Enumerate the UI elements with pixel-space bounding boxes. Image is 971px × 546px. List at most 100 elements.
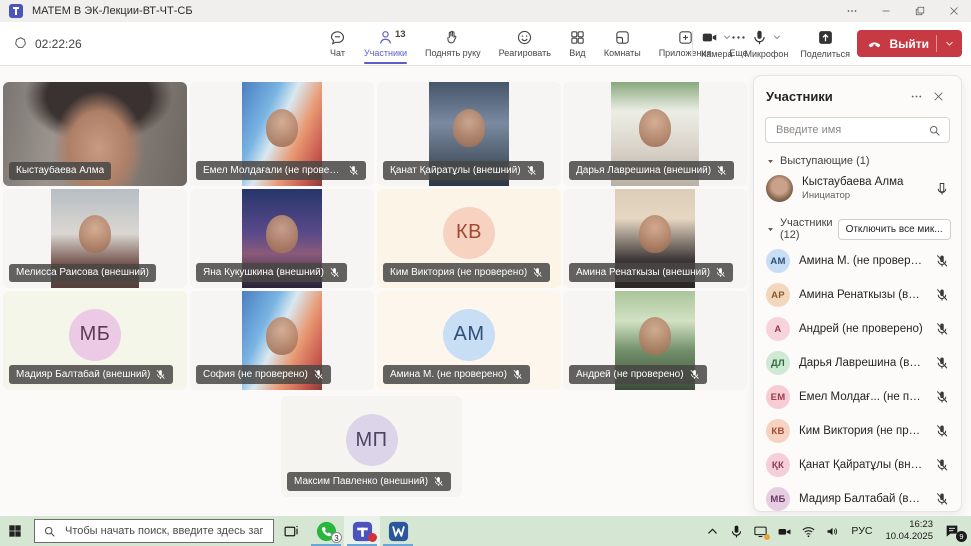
- participant-row[interactable]: КВ Ким Виктория (не проверено): [754, 414, 961, 448]
- task-view-icon: [283, 523, 300, 540]
- mic-on-icon[interactable]: [935, 182, 949, 196]
- close-button[interactable]: [937, 0, 971, 22]
- chevron-down-icon[interactable]: [772, 32, 782, 42]
- minimize-button[interactable]: [869, 0, 903, 22]
- tab-label: Вид: [569, 49, 585, 58]
- chevron-down-icon[interactable]: [722, 32, 732, 42]
- video-tile[interactable]: МП Максим Павленко (внешний): [281, 396, 462, 497]
- restore-button[interactable]: [903, 0, 937, 22]
- chevron-down-icon[interactable]: [944, 38, 955, 49]
- participants-header-label: Участники (12): [780, 217, 833, 241]
- tab-label: Поднять руку: [425, 49, 481, 58]
- participant-name-label: Андрей (не проверено): [569, 365, 707, 384]
- tray-expand-button[interactable]: [705, 524, 720, 539]
- participant-name-label: Мелисса Раисова (внешний): [9, 264, 156, 282]
- participant-search[interactable]: [765, 117, 950, 143]
- participant-name: Ким Виктория (не проверено): [390, 268, 527, 278]
- tab-view[interactable]: Вид: [560, 22, 595, 65]
- share-button[interactable]: Поделиться: [796, 22, 854, 65]
- start-button[interactable]: [0, 516, 30, 546]
- tray-camera-icon[interactable]: [777, 524, 792, 539]
- taskbar-search[interactable]: [34, 519, 274, 543]
- mic-muted-icon[interactable]: [935, 390, 949, 404]
- tab-participants[interactable]: 13 Участники: [355, 22, 416, 65]
- participant-row[interactable]: ЕМ Емел Молдағ... (не проверено): [754, 380, 961, 414]
- mute-all-button[interactable]: Отключить все мик...: [838, 219, 951, 240]
- people-icon: [377, 29, 394, 46]
- camera-button[interactable]: Камера: [697, 22, 736, 65]
- chat-icon: [329, 29, 346, 46]
- taskbar-search-input[interactable]: [63, 524, 265, 538]
- avatar-initials: МП: [355, 429, 387, 452]
- panel-more-button[interactable]: [905, 87, 927, 105]
- video-tile[interactable]: КВ Ким Виктория (не проверено): [377, 189, 561, 288]
- video-tile[interactable]: София (не проверено): [190, 291, 374, 390]
- taskbar-app-teams[interactable]: [344, 516, 380, 546]
- video-tile[interactable]: МБ Мадияр Балтабай (внешний): [3, 291, 187, 390]
- window-more-button[interactable]: [835, 0, 869, 22]
- mic-muted-icon: [526, 165, 537, 176]
- collapse-triangle-icon[interactable]: [766, 225, 775, 234]
- mic-muted-icon[interactable]: [935, 254, 949, 268]
- video-tile[interactable]: Емел Молдағали (не проверено): [190, 82, 374, 186]
- language-indicator[interactable]: РУС: [849, 525, 874, 537]
- taskbar-clock[interactable]: 16:23 10.04.2025: [883, 519, 935, 543]
- video-tile[interactable]: Кыстаубаева Алма: [3, 82, 187, 186]
- tray-microphone-icon[interactable]: [729, 524, 744, 539]
- tab-label: Комнаты: [604, 49, 641, 58]
- participant-row[interactable]: ДЛ Дарья Лаврешина (внешний): [754, 346, 961, 380]
- mic-muted-icon[interactable]: [935, 424, 949, 438]
- speaker-row[interactable]: Кыстаубаева Алма Инициатор: [754, 170, 961, 209]
- speakers-section-header[interactable]: Выступающие (1): [754, 147, 961, 170]
- tab-chat[interactable]: Чат: [320, 22, 355, 65]
- mic-muted-icon: [716, 165, 727, 176]
- mic-muted-icon[interactable]: [935, 356, 949, 370]
- mic-muted-icon: [329, 267, 340, 278]
- mic-muted-icon[interactable]: [935, 288, 949, 302]
- participant-name-label: Яна Кукушкина (внешний): [196, 263, 347, 282]
- mic-muted-icon[interactable]: [935, 458, 949, 472]
- video-tile[interactable]: Амина Ренаткызы (внешний): [563, 189, 747, 288]
- task-view-button[interactable]: [274, 516, 308, 546]
- wifi-icon[interactable]: [801, 524, 816, 539]
- participant-row[interactable]: МБ Мадияр Балтабай (внешний): [754, 482, 961, 512]
- participant-row[interactable]: А Андрей (не проверено): [754, 312, 961, 346]
- leave-button[interactable]: Выйти: [857, 30, 962, 57]
- participant-row[interactable]: АР Амина Ренаткызы (внешний): [754, 278, 961, 312]
- avatar: МП: [346, 414, 398, 466]
- video-tile[interactable]: Дарья Лаврешина (внешний): [563, 82, 747, 186]
- panel-close-button[interactable]: [927, 87, 949, 105]
- avatar: ДЛ: [766, 351, 790, 375]
- taskbar-app-word[interactable]: [380, 516, 416, 546]
- participants-section-header[interactable]: Участники (12) Отключить все мик...: [754, 209, 961, 244]
- participant-name: Қанат Қайратұлы (внешний): [390, 166, 521, 176]
- participant-name: Мадияр Балтабай (внешний): [799, 493, 926, 505]
- mic-muted-icon[interactable]: [935, 322, 949, 336]
- mic-muted-icon[interactable]: [935, 492, 949, 506]
- collapse-triangle-icon[interactable]: [766, 157, 775, 166]
- taskbar-app-whatsapp[interactable]: 3: [308, 516, 344, 546]
- tab-raise-hand[interactable]: Поднять руку: [416, 22, 490, 65]
- search-input[interactable]: [774, 123, 922, 137]
- video-tile[interactable]: АМ Амина М. (не проверено): [377, 291, 561, 390]
- volume-icon[interactable]: [825, 524, 840, 539]
- video-tile[interactable]: Қанат Қайратұлы (внешний): [377, 82, 561, 186]
- participant-name: Андрей (не проверено): [799, 323, 926, 335]
- participant-name: Мадияр Балтабай (внешний): [16, 370, 150, 380]
- tab-rooms[interactable]: Комнаты: [595, 22, 650, 65]
- action-center-button[interactable]: 9: [944, 523, 964, 539]
- video-tile[interactable]: Андрей (не проверено): [563, 291, 747, 390]
- video-tile[interactable]: Яна Кукушкина (внешний): [190, 189, 374, 288]
- participant-row[interactable]: ҚК Қанат Қайратұлы (внешний): [754, 448, 961, 482]
- video-tile[interactable]: Мелисса Раисова (внешний): [3, 189, 187, 288]
- microphone-button[interactable]: Микрофон: [740, 22, 792, 65]
- tray-display-icon[interactable]: [753, 524, 768, 539]
- mic-muted-icon: [348, 165, 359, 176]
- participant-name-label: София (не проверено): [196, 365, 331, 384]
- participant-row[interactable]: АМ Амина М. (не проверено): [754, 244, 961, 278]
- participant-name-label: Қанат Қайратұлы (внешний): [383, 161, 544, 180]
- tab-react[interactable]: Реагировать: [490, 22, 560, 65]
- participant-name: Амина М. (не проверено): [390, 370, 507, 380]
- participant-name: Қанат Қайратұлы (внешний): [799, 459, 926, 471]
- search-icon: [43, 525, 56, 538]
